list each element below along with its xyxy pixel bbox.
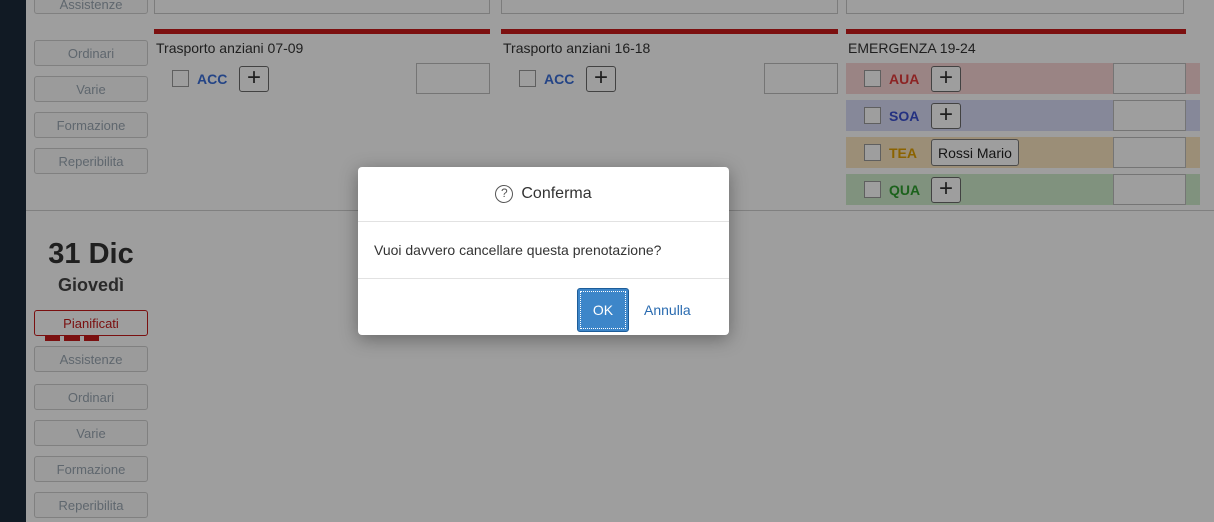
cancel-button[interactable]: Annulla <box>644 288 691 332</box>
question-circle-icon: ? <box>495 185 514 203</box>
dialog-header: ? Conferma <box>358 167 729 222</box>
dialog-footer: OK Annulla <box>358 279 729 335</box>
dialog-title: Conferma <box>521 185 592 202</box>
ok-button[interactable]: OK <box>577 288 629 332</box>
confirm-dialog: ? Conferma Vuoi davvero cancellare quest… <box>358 167 729 335</box>
dialog-message: Vuoi davvero cancellare questa prenotazi… <box>358 222 729 279</box>
